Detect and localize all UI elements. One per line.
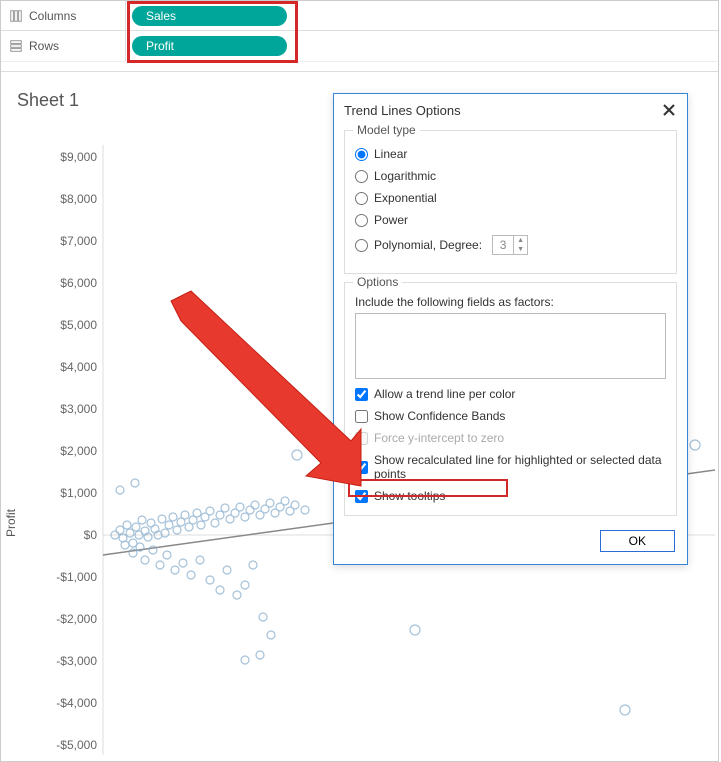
- model-type-group: Model type Linear Logarithmic Exponentia…: [344, 130, 677, 274]
- degree-spinner[interactable]: 3 ▲ ▼: [492, 235, 528, 255]
- model-type-label: Model type: [353, 123, 420, 137]
- check-show-recalc-label: Show recalculated line for highlighted o…: [374, 453, 666, 481]
- rows-label: Rows: [29, 39, 59, 53]
- check-allow-trend-per-color-label: Allow a trend line per color: [374, 387, 515, 401]
- radio-logarithmic-input[interactable]: [355, 170, 368, 183]
- columns-icon: [9, 9, 23, 23]
- check-show-tooltips[interactable]: Show tooltips: [355, 489, 666, 503]
- radio-polynomial[interactable]: Polynomial, Degree: 3 ▲ ▼: [355, 235, 666, 255]
- rows-icon: [9, 39, 23, 53]
- check-show-confidence-input[interactable]: [355, 410, 368, 423]
- radio-power-input[interactable]: [355, 214, 368, 227]
- columns-pill-sales[interactable]: Sales: [132, 6, 287, 26]
- degree-down-icon[interactable]: ▼: [514, 245, 527, 254]
- radio-power-label: Power: [374, 213, 408, 227]
- rows-pill-area[interactable]: Profit: [126, 36, 718, 56]
- svg-text:$6,000: $6,000: [60, 276, 97, 290]
- rows-pill-profit[interactable]: Profit: [132, 36, 287, 56]
- radio-exponential-input[interactable]: [355, 192, 368, 205]
- svg-text:$0: $0: [84, 528, 98, 542]
- options-group: Options Include the following fields as …: [344, 282, 677, 516]
- trend-lines-options-dialog: Trend Lines Options Model type Linear Lo…: [333, 93, 688, 565]
- columns-label: Columns: [29, 9, 76, 23]
- options-label: Options: [353, 275, 402, 289]
- check-show-recalc[interactable]: Show recalculated line for highlighted o…: [355, 453, 666, 481]
- radio-linear-label: Linear: [374, 147, 407, 161]
- svg-text:-$2,000: -$2,000: [56, 612, 97, 626]
- check-show-tooltips-label: Show tooltips: [374, 489, 445, 503]
- radio-logarithmic[interactable]: Logarithmic: [355, 169, 666, 183]
- rows-label-area: Rows: [1, 31, 126, 61]
- y-axis-title: Profit: [5, 508, 18, 537]
- rows-shelf: Rows Profit: [1, 31, 718, 61]
- svg-text:$4,000: $4,000: [60, 360, 97, 374]
- svg-text:$5,000: $5,000: [60, 318, 97, 332]
- check-allow-trend-per-color-input[interactable]: [355, 388, 368, 401]
- factors-listbox[interactable]: [355, 313, 666, 379]
- radio-exponential[interactable]: Exponential: [355, 191, 666, 205]
- svg-text:-$5,000: -$5,000: [56, 738, 97, 752]
- svg-text:-$3,000: -$3,000: [56, 654, 97, 668]
- ok-button[interactable]: OK: [600, 530, 675, 552]
- dialog-title-text: Trend Lines Options: [344, 103, 461, 118]
- radio-polynomial-input[interactable]: [355, 239, 368, 252]
- svg-text:$2,000: $2,000: [60, 444, 97, 458]
- radio-linear[interactable]: Linear: [355, 147, 666, 161]
- degree-value: 3: [493, 236, 513, 254]
- radio-polynomial-label: Polynomial, Degree:: [374, 238, 482, 252]
- svg-text:-$1,000: -$1,000: [56, 570, 97, 584]
- check-show-confidence-label: Show Confidence Bands: [374, 409, 505, 423]
- check-force-y-intercept: Force y-intercept to zero: [355, 431, 666, 445]
- radio-logarithmic-label: Logarithmic: [374, 169, 436, 183]
- columns-label-area: Columns: [1, 1, 126, 30]
- svg-text:$1,000: $1,000: [60, 486, 97, 500]
- close-icon[interactable]: [661, 102, 677, 118]
- check-show-recalc-input[interactable]: [355, 461, 368, 474]
- columns-pill-area[interactable]: Sales: [126, 6, 718, 26]
- check-show-confidence[interactable]: Show Confidence Bands: [355, 409, 666, 423]
- check-force-y-intercept-input: [355, 432, 368, 445]
- svg-text:$7,000: $7,000: [60, 234, 97, 248]
- include-fields-label: Include the following fields as factors:: [355, 295, 666, 309]
- svg-text:-$4,000: -$4,000: [56, 696, 97, 710]
- radio-power[interactable]: Power: [355, 213, 666, 227]
- check-force-y-intercept-label: Force y-intercept to zero: [374, 431, 504, 445]
- svg-text:$8,000: $8,000: [60, 192, 97, 206]
- radio-exponential-label: Exponential: [374, 191, 437, 205]
- check-show-tooltips-input[interactable]: [355, 490, 368, 503]
- svg-text:$9,000: $9,000: [60, 150, 97, 164]
- radio-linear-input[interactable]: [355, 148, 368, 161]
- degree-up-icon[interactable]: ▲: [514, 236, 527, 245]
- check-allow-trend-per-color[interactable]: Allow a trend line per color: [355, 387, 666, 401]
- columns-shelf: Columns Sales: [1, 1, 718, 31]
- y-tick-labels: $9,000 $8,000 $7,000 $6,000 $5,000 $4,00…: [56, 150, 97, 752]
- svg-text:$3,000: $3,000: [60, 402, 97, 416]
